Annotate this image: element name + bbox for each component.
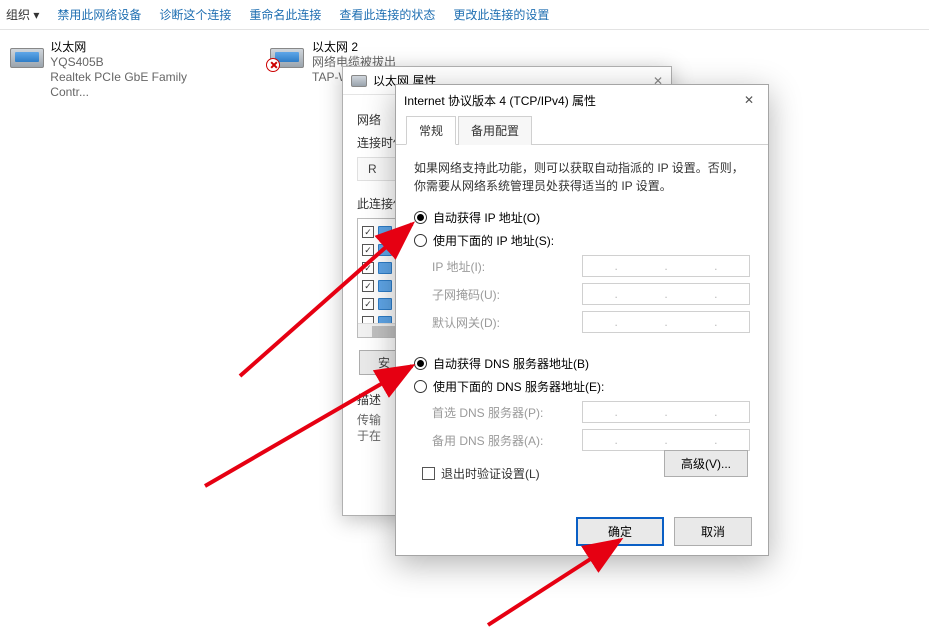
adapter-driver: Realtek PCIe GbE Family Contr... bbox=[50, 70, 220, 100]
toolbar-rename[interactable]: 重命名此连接 bbox=[249, 6, 321, 23]
nic-icon bbox=[270, 40, 304, 68]
radio-manual-dns[interactable]: 使用下面的 DNS 服务器地址(E): bbox=[414, 378, 750, 395]
dialog-title: Internet 协议版本 4 (TCP/IPv4) 属性 bbox=[404, 92, 596, 109]
adapter-name: 以太网 bbox=[50, 40, 220, 55]
tab-strip: 常规 备用配置 bbox=[396, 115, 768, 145]
ipv4-properties-dialog: Internet 协议版本 4 (TCP/IPv4) 属性 ✕ 常规 备用配置 … bbox=[395, 84, 769, 556]
toolbar-disable[interactable]: 禁用此网络设备 bbox=[57, 6, 141, 23]
toolbar-status[interactable]: 查看此连接的状态 bbox=[339, 6, 435, 23]
radio-manual-ip[interactable]: 使用下面的 IP 地址(S): bbox=[414, 232, 750, 249]
toolbar-organize[interactable]: 组织 ▾ bbox=[6, 6, 39, 23]
field-gateway: 默认网关(D): ... bbox=[432, 311, 750, 333]
intro-text: 如果网络支持此功能，则可以获取自动指派的 IP 设置。否则，你需要从网络系统管理… bbox=[414, 159, 750, 195]
cancel-button[interactable]: 取消 bbox=[674, 517, 752, 546]
adapter-name: 以太网 2 bbox=[312, 40, 411, 55]
toolbar-settings[interactable]: 更改此连接的设置 bbox=[453, 6, 549, 23]
dns-pref-input[interactable]: ... bbox=[582, 401, 750, 423]
nic-icon bbox=[10, 40, 42, 68]
field-dns-alt: 备用 DNS 服务器(A): ... bbox=[432, 429, 750, 451]
nic-icon bbox=[351, 75, 367, 87]
radio-auto-dns[interactable]: 自动获得 DNS 服务器地址(B) bbox=[414, 355, 750, 372]
ok-button[interactable]: 确定 bbox=[576, 517, 664, 546]
dns-alt-input[interactable]: ... bbox=[582, 429, 750, 451]
radio-icon bbox=[414, 357, 427, 370]
field-dns-pref: 首选 DNS 服务器(P): ... bbox=[432, 401, 750, 423]
toolbar: 组织 ▾ 禁用此网络设备 诊断这个连接 重命名此连接 查看此连接的状态 更改此连… bbox=[0, 0, 929, 30]
field-ip: IP 地址(I): ... bbox=[432, 255, 750, 277]
field-mask: 子网掩码(U): ... bbox=[432, 283, 750, 305]
close-icon[interactable]: ✕ bbox=[738, 91, 760, 109]
checkbox-icon bbox=[422, 467, 435, 480]
radio-auto-ip[interactable]: 自动获得 IP 地址(O) bbox=[414, 209, 750, 226]
tab-alternate[interactable]: 备用配置 bbox=[458, 116, 532, 145]
adapter-status: YQS405B bbox=[50, 55, 220, 70]
advanced-button[interactable]: 高级(V)... bbox=[664, 450, 748, 477]
toolbar-diagnose[interactable]: 诊断这个连接 bbox=[159, 6, 231, 23]
adapter-ethernet[interactable]: 以太网 YQS405B Realtek PCIe GbE Family Cont… bbox=[10, 40, 220, 100]
mask-input[interactable]: ... bbox=[582, 283, 750, 305]
tab-general[interactable]: 常规 bbox=[406, 116, 456, 145]
radio-icon bbox=[414, 234, 427, 247]
radio-icon bbox=[414, 380, 427, 393]
dialog-titlebar[interactable]: Internet 协议版本 4 (TCP/IPv4) 属性 ✕ bbox=[396, 85, 768, 115]
gateway-input[interactable]: ... bbox=[582, 311, 750, 333]
ip-input[interactable]: ... bbox=[582, 255, 750, 277]
radio-icon bbox=[414, 211, 427, 224]
